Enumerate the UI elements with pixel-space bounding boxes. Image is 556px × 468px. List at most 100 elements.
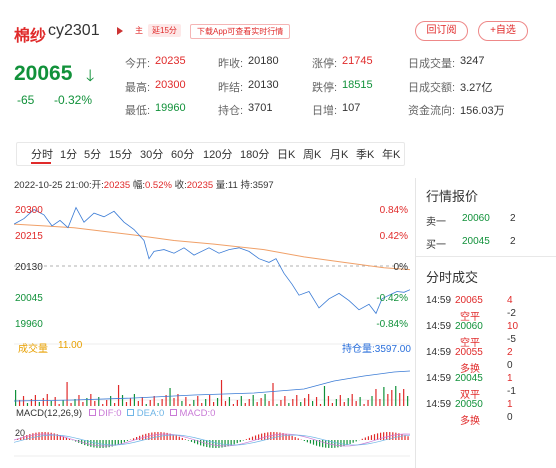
volume-bar <box>276 404 277 406</box>
macd-bar <box>298 438 299 440</box>
macd-bar <box>337 440 338 447</box>
volume-bar <box>169 388 170 406</box>
macd-bar <box>401 434 402 440</box>
volume-legend-label: 成交量 <box>18 340 48 355</box>
daily-increase-label: 日增: <box>312 102 337 118</box>
volume-bar <box>138 401 139 406</box>
volume-bar <box>363 404 364 406</box>
volume-bar <box>395 386 396 406</box>
tab-year-k[interactable]: 年K <box>382 146 400 162</box>
volume-bar <box>78 395 79 406</box>
volume-bar <box>296 395 297 406</box>
volume-bar <box>245 403 246 406</box>
volume-bar <box>352 394 353 406</box>
oi-legend-value: 3597.00 <box>375 344 411 355</box>
volume-bar <box>47 394 48 406</box>
volume-bar <box>237 400 238 406</box>
price-change: -65 <box>17 93 34 107</box>
volume-bar <box>122 395 123 406</box>
y-left-label: 19960 <box>15 319 43 330</box>
macd-bar <box>179 437 180 440</box>
tab-30min[interactable]: 30分 <box>140 146 163 162</box>
dea-value: DEA:0 <box>137 408 164 419</box>
chart-grid <box>14 266 410 456</box>
macd-bar <box>386 432 387 440</box>
volume-bar <box>82 402 83 406</box>
tab-quarter-k[interactable]: 季K <box>356 146 374 162</box>
macd-axis-label: 20 <box>15 428 25 438</box>
macd-bar <box>252 437 253 440</box>
macd-value: MACD:0 <box>180 408 216 419</box>
add-watchlist-button[interactable]: +自选 <box>478 21 528 41</box>
active-tab-indicator <box>31 162 51 164</box>
daily-increase-value: 107 <box>342 102 360 114</box>
download-app-link[interactable]: 下载App可查看实时行情 <box>190 24 290 39</box>
macd-bar <box>90 440 91 447</box>
macd-bar <box>368 436 369 440</box>
volume-bar <box>328 396 329 406</box>
oi-legend: 持仓量:3597.00 <box>342 340 411 355</box>
volume-bar <box>261 398 262 406</box>
tab-1min[interactable]: 1分 <box>60 146 77 162</box>
macd-bar <box>334 440 335 448</box>
volume-bar <box>213 402 214 406</box>
volume-bar <box>308 394 309 406</box>
trade-time: 14:59 <box>426 373 451 384</box>
tab-day-k[interactable]: 日K <box>277 146 295 162</box>
macd-bar <box>395 433 396 440</box>
volume-bar <box>264 394 265 406</box>
bid-qty: 2 <box>510 236 516 247</box>
macd-bar <box>121 440 122 443</box>
axis-labels: 203000.84%202150.42%201300%20045-0.42%19… <box>15 205 408 438</box>
volume-bar <box>399 393 400 406</box>
tab-week-k[interactable]: 周K <box>303 146 321 162</box>
macd-bar <box>307 440 308 442</box>
volume-bar <box>360 397 361 406</box>
macd-bar <box>48 432 49 440</box>
tab-120min[interactable]: 120分 <box>203 146 232 162</box>
limit-up-label: 涨停: <box>312 55 337 71</box>
play-icon[interactable] <box>117 27 123 35</box>
volume-bar <box>130 398 131 406</box>
chart-amp-label: 幅: <box>133 180 145 191</box>
volume-bar <box>272 383 273 406</box>
macd-bar <box>191 440 192 442</box>
tab-15min[interactable]: 15分 <box>109 146 132 162</box>
macd-bar <box>374 434 375 440</box>
trade-delta: -1 <box>507 386 516 397</box>
tab-5min[interactable]: 5分 <box>84 146 101 162</box>
trade-delta: 0 <box>507 412 513 423</box>
volume-bar <box>98 397 99 406</box>
tab-60min[interactable]: 60分 <box>171 146 194 162</box>
trade-qty: 2 <box>507 347 513 358</box>
prev-close-label: 昨收: <box>218 55 243 71</box>
macd-bar <box>124 440 125 442</box>
macd-bar <box>29 434 30 440</box>
macd-bar <box>407 436 408 440</box>
subscribe-button[interactable]: 回订阅 <box>415 21 468 41</box>
volume-bar <box>162 399 163 406</box>
macd-bar <box>356 440 357 441</box>
y-right-label: 0% <box>394 262 409 273</box>
volume-bar <box>173 398 174 406</box>
intraday-chart[interactable]: 203000.84%202150.42%201300%20045-0.42%19… <box>14 196 410 462</box>
trade-price: 20045 <box>455 373 483 384</box>
last-price: 20065 <box>14 62 72 86</box>
macd-bar <box>353 440 354 443</box>
tab-timeshare[interactable]: 分时 <box>31 146 53 162</box>
volume-bar <box>193 400 194 406</box>
macd-bar <box>276 432 277 440</box>
macd-bar <box>243 440 244 441</box>
oi-legend-label: 持仓量 <box>342 344 372 355</box>
chart-vol-value: 11 <box>228 180 238 191</box>
tab-month-k[interactable]: 月K <box>330 146 348 162</box>
macd-bar <box>139 436 140 440</box>
macd-bar <box>118 440 119 445</box>
tab-180min[interactable]: 180分 <box>240 146 269 162</box>
macd-bar <box>392 432 393 440</box>
trade-price: 20050 <box>455 399 483 410</box>
volume-bar <box>146 404 147 406</box>
volume-bar <box>27 403 28 406</box>
volume-bar <box>407 396 408 406</box>
macd-bar <box>325 440 326 448</box>
